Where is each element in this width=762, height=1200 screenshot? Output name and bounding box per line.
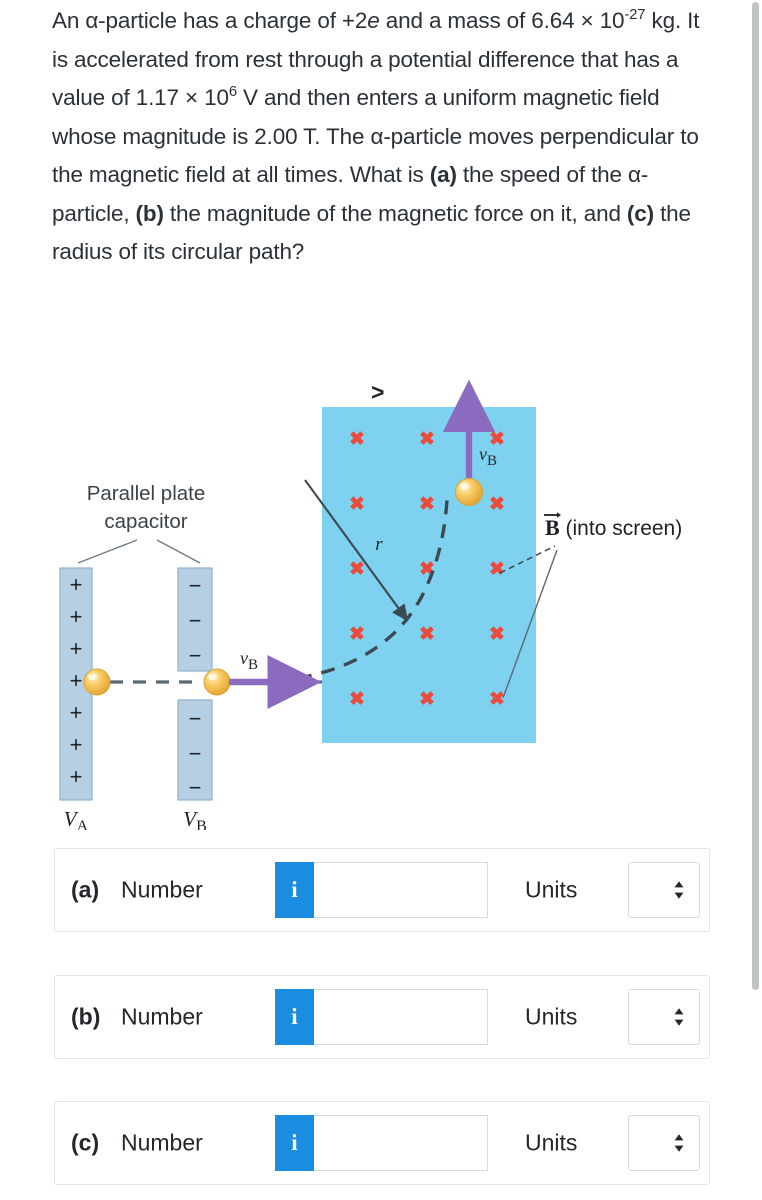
positive-charge-marks: + + + + + + + <box>70 572 83 789</box>
field-strength-label: B (into screen) <box>545 515 682 540</box>
part-c-inline-label: (c) <box>626 200 654 226</box>
answer-row-a: (a) Number i Units <box>54 848 710 932</box>
plate-b-subscript: B <box>196 818 207 830</box>
plate-a-subscript: A <box>77 818 89 830</box>
chevron-updown-icon <box>674 881 684 899</box>
units-label-c: Units <box>525 1129 578 1156</box>
scrollbar-track[interactable] <box>748 0 762 1200</box>
velocity-sub-field: B <box>487 453 497 469</box>
plus-sign: + <box>70 764 83 789</box>
cross-icon: ✖ <box>349 689 365 710</box>
cross-icon: ✖ <box>419 429 435 450</box>
problem-statement: An α-particle has a charge of +2e and a … <box>52 2 702 272</box>
cross-icon: ✖ <box>489 559 505 580</box>
plate-b-voltage-label: VB <box>183 807 207 830</box>
field-label-text: (into screen) <box>560 517 683 540</box>
units-dropdown-c[interactable] <box>628 1115 700 1171</box>
cross-icon: ✖ <box>419 624 435 645</box>
charge-value: +2 <box>341 8 368 33</box>
particle-highlight <box>208 673 217 681</box>
units-dropdown-a[interactable] <box>628 862 700 918</box>
answer-letter-a: (a) <box>71 876 100 903</box>
cross-icon: ✖ <box>489 689 505 710</box>
cross-icon: ✖ <box>349 494 365 515</box>
cross-icon: ✖ <box>349 429 365 450</box>
answer-row-b: (b) Number i Units <box>54 975 710 1059</box>
plus-sign: + <box>70 604 83 629</box>
problem-text-part-6: the magnitude of the magnetic force on i… <box>163 200 627 226</box>
minus-sign: − <box>189 706 202 731</box>
number-input-c[interactable] <box>314 1115 488 1171</box>
cross-icon: ✖ <box>419 689 435 710</box>
number-label-b: Number <box>121 1003 203 1030</box>
info-icon-c[interactable]: i <box>275 1115 314 1171</box>
units-label-a: Units <box>525 876 578 903</box>
answer-letter-c: (c) <box>71 1129 100 1156</box>
velocity-label-exit: vB <box>240 648 258 673</box>
alpha-particle-in-field <box>455 478 483 506</box>
charge-symbol-e: e <box>367 8 380 33</box>
info-icon-a[interactable]: i <box>275 862 314 918</box>
minus-sign: − <box>189 608 202 633</box>
number-label-c: Number <box>121 1129 203 1156</box>
part-b-inline-label: (b) <box>135 200 164 226</box>
alpha-particle-at-plate-a <box>83 668 111 696</box>
radius-label: r <box>375 534 383 555</box>
number-input-b[interactable] <box>314 989 488 1045</box>
problem-page: An α-particle has a charge of +2e and a … <box>0 0 762 1200</box>
mass-exponent: -27 <box>624 6 646 23</box>
problem-text-part-2: and a mass of 6.64 × 10 <box>379 8 625 33</box>
particle-highlight <box>88 673 97 681</box>
field-vector-symbol: B <box>545 515 560 540</box>
part-a-inline-label: (a) <box>429 162 457 187</box>
plus-sign: + <box>70 732 83 757</box>
plus-sign: + <box>70 572 83 597</box>
cross-icon: ✖ <box>349 559 365 580</box>
answer-row-c: (c) Number i Units <box>54 1101 710 1185</box>
cross-icon: ✖ <box>419 559 435 580</box>
negative-charge-marks: − − − − − − <box>189 573 202 800</box>
info-icon-b[interactable]: i <box>275 989 314 1045</box>
answer-letter-b: (b) <box>71 1003 101 1030</box>
alpha-particle-at-plate-b <box>203 668 231 696</box>
minus-sign: − <box>189 573 202 598</box>
minus-sign: − <box>189 643 202 668</box>
chevron-updown-icon <box>674 1008 684 1026</box>
minus-sign: − <box>189 741 202 766</box>
plus-sign: + <box>70 636 83 661</box>
problem-text-part-1: An α-particle has a charge of <box>52 8 342 33</box>
cross-icon: ✖ <box>489 429 505 450</box>
physics-diagram: > ✖ ✖ ✖ ✖ ✖ ✖ ✖ ✖ ✖ ✖ ✖ ✖ ✖ ✖ ✖ r vB B (… <box>0 360 762 830</box>
capacitor-label-line1: Parallel plate <box>87 482 206 505</box>
plus-sign: + <box>70 668 83 693</box>
caret-marker: > <box>371 379 384 405</box>
plus-sign: + <box>70 700 83 725</box>
scrollbar-thumb[interactable] <box>752 2 759 990</box>
units-dropdown-b[interactable] <box>628 989 700 1045</box>
number-label-a: Number <box>121 876 203 903</box>
units-label-b: Units <box>525 1003 578 1030</box>
cross-icon: ✖ <box>489 494 505 515</box>
number-input-a[interactable] <box>314 862 488 918</box>
plate-a-voltage-label: VA <box>64 807 89 830</box>
velocity-sub-exit: B <box>248 657 258 673</box>
voltage-exponent: 6 <box>228 83 237 100</box>
cross-icon: ✖ <box>489 624 505 645</box>
capacitor-leader-right <box>156 539 201 564</box>
cross-icon: ✖ <box>419 494 435 515</box>
particle-highlight <box>459 483 469 490</box>
cross-icon: ✖ <box>349 624 365 645</box>
minus-sign: − <box>189 775 202 800</box>
capacitor-leader-left <box>77 539 138 564</box>
capacitor-label-line2: capacitor <box>104 510 187 533</box>
chevron-updown-icon <box>674 1134 684 1152</box>
